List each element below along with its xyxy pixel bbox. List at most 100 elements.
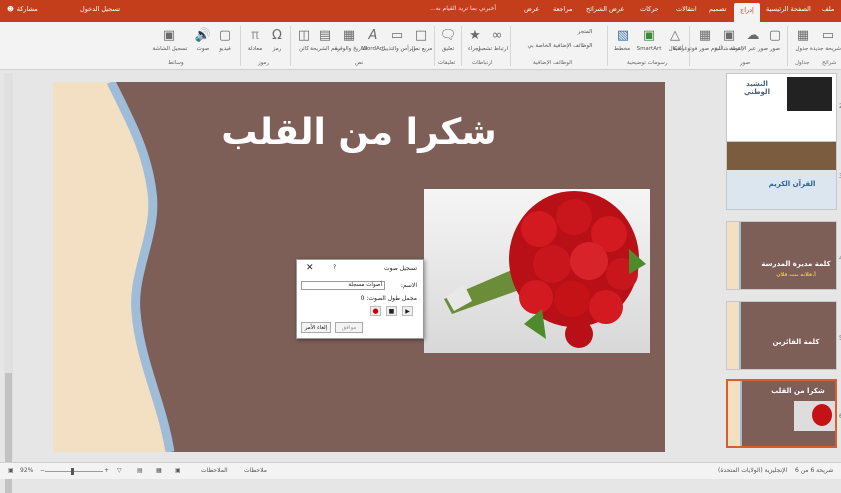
name-label: الاسم:	[400, 282, 417, 289]
store-button[interactable]: المتجر	[570, 29, 600, 35]
name-input[interactable]: أصوات مسجلة	[301, 281, 385, 290]
signin-link[interactable]: تسجيل الدخول	[80, 5, 120, 13]
wave-decoration	[727, 302, 741, 369]
audio-button[interactable]: 🔊	[192, 25, 214, 45]
vertical-scrollbar[interactable]	[4, 73, 13, 493]
object-button[interactable]: ◫	[293, 25, 315, 45]
play-button[interactable]: ▶	[402, 306, 413, 316]
thumb-subtext: أ.فلانة بنت فلان	[776, 272, 816, 278]
photo-album-button[interactable]: ▦	[694, 25, 716, 45]
slide-thumbnails-panel: النشيد الوطني 2 القرآن الكريم 3 كلمة مدي…	[725, 73, 841, 459]
zoom-slider[interactable]	[45, 471, 103, 472]
slide-number-button[interactable]: ▤	[314, 25, 336, 45]
symbol-label: رمز	[272, 46, 282, 52]
thumbnail-slide-6[interactable]: شكرا من القلب	[726, 379, 837, 448]
equation-button[interactable]: π	[244, 25, 266, 45]
person-icon: ☻	[7, 5, 14, 13]
thumb-text: كلمة مديرة المدرسة	[761, 260, 831, 268]
smartart-button[interactable]: ▣	[638, 25, 660, 45]
header-footer-button[interactable]: ▭	[386, 25, 408, 45]
textbox-icon: □	[414, 27, 428, 43]
record-sound-dialog: تسجيل صوت ? ✕ الاسم: أصوات مسجلة مجمل طو…	[296, 259, 424, 339]
ok-button[interactable]: موافق	[335, 322, 363, 333]
close-icon[interactable]: ✕	[306, 263, 314, 273]
hash-icon: ▤	[318, 27, 332, 43]
comments-button[interactable]: ملاحظات	[244, 467, 267, 474]
stop-button[interactable]: ■	[386, 306, 397, 316]
speaker-icon: 🔊	[194, 27, 212, 43]
zoom-level[interactable]: 92%	[20, 467, 33, 474]
tab-design[interactable]: تصميم	[709, 5, 727, 13]
new-slide-button[interactable]: ▭	[817, 25, 839, 45]
shapes-button[interactable]: △	[664, 25, 686, 45]
thumbnail-slide-2[interactable]: النشيد الوطني	[726, 73, 837, 142]
record-button[interactable]: ●	[370, 306, 381, 316]
screen-record-label: تسجيل الشاشة	[152, 46, 188, 52]
reading-view-icon[interactable]: ▤	[137, 467, 143, 474]
flag-image	[787, 77, 832, 111]
thumb-text: كلمة الفائزين	[772, 338, 820, 346]
group-media: وسائط	[168, 60, 184, 66]
tab-insert[interactable]: إدراج	[734, 3, 760, 22]
tab-view[interactable]: عرض	[524, 5, 539, 13]
textbox-button[interactable]: □	[410, 25, 432, 45]
header-footer-icon: ▭	[390, 27, 404, 43]
table-button[interactable]: ▦	[792, 25, 814, 45]
date-time-button[interactable]: ▦	[338, 25, 360, 45]
link-button[interactable]: ∞	[486, 25, 508, 45]
screenshot-button[interactable]: ▣	[718, 25, 740, 45]
tab-review[interactable]: مراجعة	[553, 5, 573, 13]
ribbon-separator	[290, 26, 291, 66]
thumbnail-slide-5[interactable]: كلمة الفائزين	[726, 301, 837, 370]
tab-home[interactable]: الصفحة الرئيسية	[766, 5, 811, 13]
my-addins-button[interactable]: الوظائف الإضافية الخاصة بي	[514, 43, 606, 49]
dialog-title: تسجيل صوت	[384, 265, 417, 272]
tab-slideshow[interactable]: عرض الشرائح	[586, 5, 624, 13]
group-images: صور	[740, 60, 751, 66]
status-bar: ▣ 92% − + ▽ ▤ ▦ ▣ الملاحظات ملاحظات الإن…	[0, 462, 841, 479]
notes-button[interactable]: الملاحظات	[201, 467, 228, 474]
group-addins: الوظائف الإضافية	[533, 60, 573, 66]
cancel-button[interactable]: إلغاء الأمر	[301, 322, 331, 333]
online-pictures-button[interactable]: ☁	[742, 25, 764, 45]
zoom-in-button[interactable]: +	[104, 467, 109, 474]
stop-icon: ■	[388, 308, 395, 315]
new-slide-icon: ▭	[821, 27, 835, 43]
language-indicator[interactable]: الإنجليزية (الولايات المتحدة)	[718, 467, 787, 474]
zoom-slider-thumb[interactable]	[71, 468, 74, 475]
total-length-value: 0	[360, 295, 365, 302]
slide-title[interactable]: شكرا من القلب	[53, 112, 665, 153]
quran-image	[727, 142, 836, 170]
thumb-text: القرآن الكريم	[768, 180, 816, 188]
normal-view-icon[interactable]: ▣	[175, 467, 181, 474]
pictures-button[interactable]: ▢	[764, 25, 786, 45]
action-button[interactable]: ★	[464, 25, 486, 45]
share-button[interactable]: ☻ مشاركة	[7, 5, 38, 13]
help-button[interactable]: ?	[333, 264, 336, 271]
star-icon: ★	[469, 27, 481, 43]
ribbon-separator	[240, 26, 241, 66]
symbol-button[interactable]: Ω	[266, 25, 288, 45]
roses-picture[interactable]	[424, 189, 650, 353]
screen-record-button[interactable]: ▣	[158, 25, 180, 45]
slideshow-view-icon[interactable]: ▽	[117, 467, 122, 474]
video-label: فيديو	[219, 46, 231, 52]
wordart-button[interactable]: A	[362, 25, 384, 45]
sorter-view-icon[interactable]: ▦	[156, 467, 162, 474]
chart-button[interactable]: ▧	[612, 25, 634, 45]
tab-file[interactable]: ملف	[822, 5, 834, 13]
comment-button[interactable]: 🗨	[437, 25, 459, 45]
bar-chart-icon: ▧	[616, 27, 630, 43]
tab-transitions[interactable]: انتقالات	[676, 5, 697, 13]
tab-animations[interactable]: حركات	[640, 5, 659, 13]
textbox-label: مربع نص	[411, 46, 433, 52]
fit-slide-icon[interactable]: ▣	[8, 467, 14, 474]
tell-me-box[interactable]: أخبرني بما تريد القيام به...	[430, 5, 496, 12]
screen-record-icon: ▣	[162, 27, 176, 43]
omega-icon: Ω	[272, 27, 282, 43]
video-button[interactable]: ▢	[214, 25, 236, 45]
thumbnail-slide-4[interactable]: كلمة مديرة المدرسة أ.فلانة بنت فلان	[726, 221, 837, 290]
thumbnail-slide-3[interactable]: القرآن الكريم	[726, 141, 837, 210]
new-slide-label: شريحة جديدة	[809, 46, 841, 52]
smartart-label: SmartArt	[636, 46, 662, 52]
